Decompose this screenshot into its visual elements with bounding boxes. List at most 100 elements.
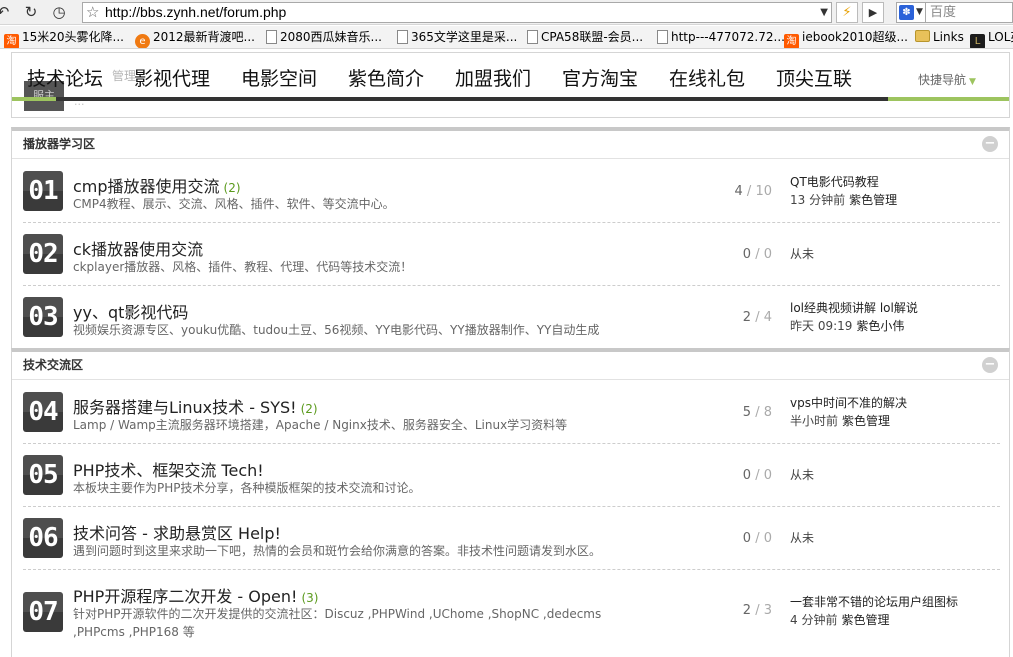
bookmark-item[interactable]: e 2012最新背渡吧... — [135, 29, 255, 48]
bookmark-label: Links — [933, 30, 964, 44]
forum-row: 01 cmp播放器使用交流 (2) CMP4教程、展示、交流、风格、插件、软件、等… — [12, 160, 1009, 223]
go-icon[interactable]: ▶ — [862, 2, 884, 23]
bookmark-folder[interactable]: Links — [915, 29, 964, 46]
post-count: 4 — [763, 310, 772, 325]
last-post-user[interactable]: 紫色管理 — [842, 414, 890, 428]
forum-row: 05 PHP技术、框架交流 Tech! 本板块主要作为PHP技术分享，各种模版框… — [12, 444, 1009, 507]
post-count: 8 — [763, 405, 772, 420]
bookmark-item[interactable]: 淘 15米20头雾化降... — [4, 29, 124, 48]
star-icon[interactable]: ☆ — [86, 3, 99, 22]
nav-item[interactable]: 顶尖互联 — [776, 65, 852, 93]
reload-icon[interactable]: ↻ — [22, 3, 40, 21]
post-count: 0 — [763, 468, 772, 483]
section-header: 播放器学习区 − — [12, 131, 1009, 159]
quick-nav-button[interactable]: 快捷导航 ▼ — [918, 71, 976, 88]
forum-number-icon: 02 — [23, 234, 63, 274]
nav-item[interactable]: 官方淘宝 — [562, 65, 638, 93]
nav-item[interactable]: 技术论坛 — [27, 65, 103, 93]
forum-title: 技术问答 - 求助悬赏区 Help! — [73, 520, 281, 544]
last-post-time[interactable]: 13 分钟前 — [790, 193, 845, 207]
thread-count: 4 — [734, 184, 743, 199]
page-icon — [266, 30, 277, 44]
forum-title-link[interactable]: 服务器搭建与Linux技术 - SYS! — [73, 398, 297, 417]
nav-item[interactable]: 加盟我们 — [455, 65, 531, 93]
thread-count: 5 — [742, 405, 752, 420]
page-icon — [657, 30, 668, 44]
last-post-subject[interactable]: vps中时间不准的解决 — [790, 394, 907, 412]
address-bar[interactable]: ☆ http://bbs.zynh.net/forum.php ▼ — [82, 2, 832, 23]
last-post-time[interactable]: 昨天 09:19 — [790, 319, 852, 333]
forum-title-link[interactable]: PHP技术、框架交流 Tech! — [73, 461, 264, 480]
forum-title-link[interactable]: ck播放器使用交流 — [73, 240, 203, 259]
bookmark-item[interactable]: LLOL英 — [970, 29, 1013, 48]
url-text[interactable]: http://bbs.zynh.net/forum.php — [105, 3, 286, 22]
forum-row: 02 ck播放器使用交流 ckplayer播放器、风格、插件、教程、代理、代码等… — [12, 223, 1009, 286]
nav-item[interactable]: 紫色简介 — [348, 65, 424, 93]
thread-count: 0 — [742, 531, 752, 546]
forum-number-icon: 05 — [23, 455, 63, 495]
forum-number-icon: 04 — [23, 392, 63, 432]
circle-icon: e — [135, 34, 150, 48]
last-post: 一套非常不错的论坛用户组图标 4 分钟前 紫色管理 — [790, 593, 958, 629]
page-icon — [397, 30, 408, 44]
last-post-user[interactable]: 紫色管理 — [841, 613, 889, 627]
quick-nav-label: 快捷导航 — [918, 73, 967, 87]
forum-title-link[interactable]: 技术问答 - 求助悬赏区 Help! — [73, 524, 281, 543]
bookmark-item[interactable]: http---477072.72... — [657, 29, 785, 46]
collapse-icon[interactable]: − — [982, 136, 998, 152]
last-post-never: 从未 — [790, 531, 815, 545]
last-post-subject[interactable]: 一套非常不错的论坛用户组图标 — [790, 593, 958, 611]
nav-item[interactable]: 在线礼包 — [669, 65, 745, 93]
last-post-user[interactable]: 紫色小伟 — [856, 319, 904, 333]
bookmark-label: 365文学这里是采... — [411, 30, 518, 44]
last-post-time[interactable]: 4 分钟前 — [790, 613, 837, 627]
bookmark-label: 15米20头雾化降... — [22, 30, 124, 44]
forum-row: 07 PHP开源程序二次开发 - Open! (3) 针对PHP开源软件的二次开发… — [12, 570, 1009, 652]
last-post-subject[interactable]: QT电影代码教程 — [790, 173, 897, 191]
bookmark-label: iebook2010超级... — [802, 30, 908, 44]
forum-stats: 4 / 10 — [734, 184, 772, 199]
forum-title-link[interactable]: yy、qt影视代码 — [73, 303, 188, 322]
post-count: 3 — [763, 603, 772, 618]
forum-title-link[interactable]: cmp播放器使用交流 — [73, 177, 220, 196]
url-dropdown-icon[interactable]: ▼ — [820, 3, 828, 22]
search-input[interactable]: 百度 — [926, 2, 1013, 23]
forum-title: yy、qt影视代码 — [73, 299, 188, 323]
lightning-icon[interactable]: ⚡ — [836, 2, 858, 23]
post-count: 0 — [763, 531, 772, 546]
bookmark-item[interactable]: 2080西瓜妹音乐... — [266, 29, 382, 46]
bookmark-item[interactable]: 淘 iebook2010超级... — [784, 29, 908, 48]
bookmark-label: CPA58联盟-会员... — [541, 30, 644, 44]
last-post-time[interactable]: 半小时前 — [790, 414, 838, 428]
folder-icon — [915, 30, 930, 42]
last-post-subject[interactable]: lol经典视频讲解 lol解说 — [790, 299, 918, 317]
collapse-icon[interactable]: − — [982, 357, 998, 373]
last-post-never: 从未 — [790, 468, 815, 482]
bookmark-item[interactable]: 365文学这里是采... — [397, 29, 517, 46]
nav-item[interactable]: 影视代理 — [134, 65, 210, 93]
forum-stats: 0 / 0 — [742, 531, 772, 546]
forum-row: 04 服务器搭建与Linux技术 - SYS! (2) Lamp / Wamp主流… — [12, 381, 1009, 444]
forum-stats: 0 / 0 — [742, 468, 772, 483]
page-icon — [527, 30, 538, 44]
section-header: 技术交流区 − — [12, 352, 1009, 380]
post-count: 0 — [763, 247, 772, 262]
forum-stats: 2 / 4 — [742, 310, 772, 325]
forum-description: ckplayer播放器、风格、插件、教程、代理、代码等技术交流！ — [73, 260, 413, 274]
forum-title: 服务器搭建与Linux技术 - SYS! (2) — [73, 394, 318, 418]
last-post-user[interactable]: 紫色管理 — [849, 193, 897, 207]
bookmark-item[interactable]: CPA58联盟-会员... — [527, 29, 643, 46]
search-engine-button[interactable]: ✽ ▼ — [896, 2, 926, 23]
nav-item[interactable]: 电影空间 — [241, 65, 317, 93]
bookmark-label: 2080西瓜妹音乐... — [280, 30, 382, 44]
forum-title-link[interactable]: PHP开源程序二次开发 - Open! — [73, 587, 297, 606]
back-icon[interactable]: ↶ — [0, 3, 12, 21]
forum-stats: 0 / 0 — [742, 247, 772, 262]
taobao-icon: 淘 — [784, 34, 799, 48]
section-title: 播放器学习区 — [23, 137, 96, 151]
forum-number-icon: 03 — [23, 297, 63, 337]
thread-count: 2 — [742, 310, 752, 325]
last-post: QT电影代码教程 13 分钟前 紫色管理 — [790, 173, 897, 209]
forum-stats: 5 / 8 — [742, 405, 772, 420]
history-icon[interactable]: ◷ — [50, 3, 68, 21]
